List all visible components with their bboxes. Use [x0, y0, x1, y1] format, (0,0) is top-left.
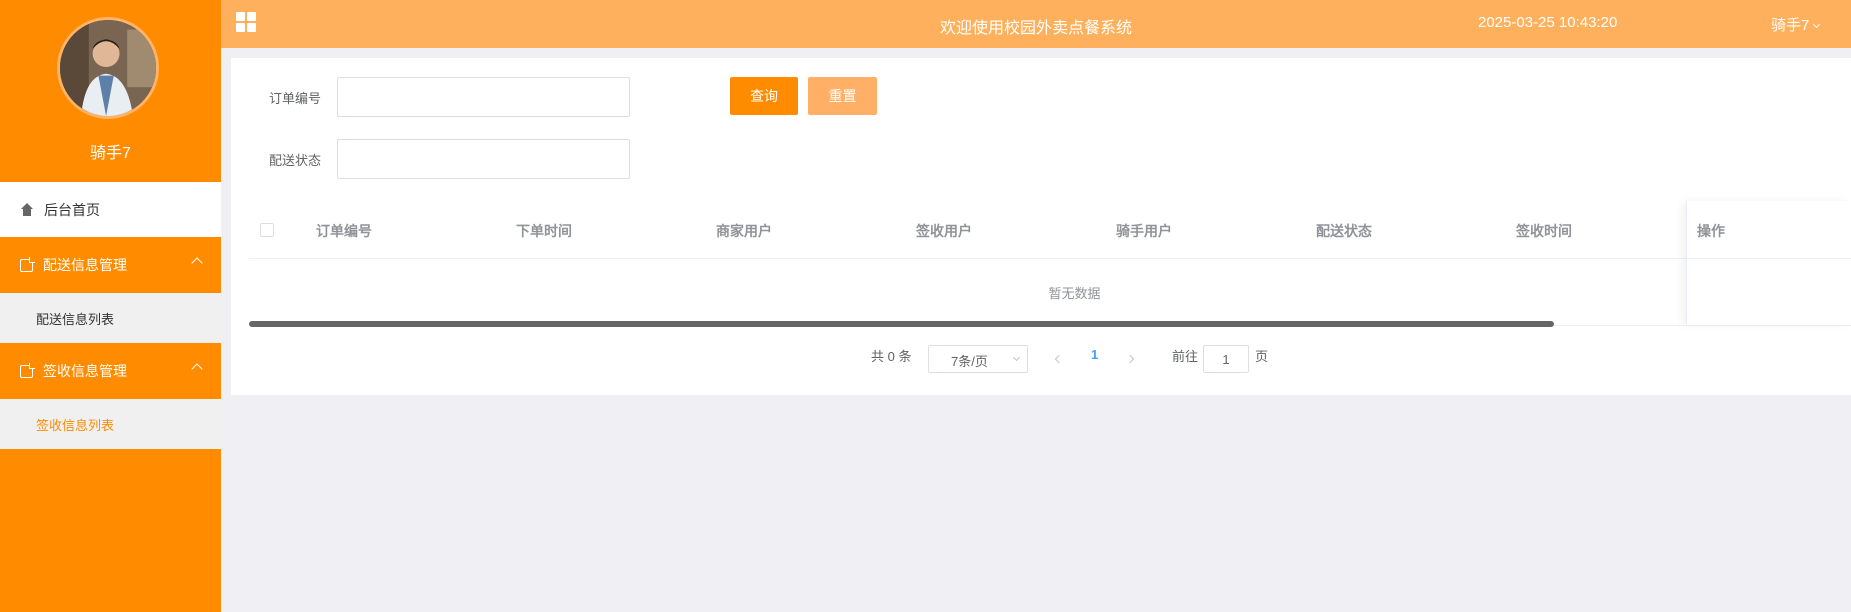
sidebar-item-label: 后台首页 [44, 201, 100, 218]
column-header: 订单编号 [316, 223, 372, 239]
column-header: 签收时间 [1516, 223, 1572, 239]
home-icon [20, 203, 34, 216]
avatar-image [60, 20, 156, 116]
horizontal-scrollbar[interactable] [249, 321, 1554, 327]
sidebar-item-label: 配送信息列表 [36, 311, 115, 327]
main-card: 订单编号 配送状态 查询 重置 订单编号 下单时间 商家用户 签收用户 骑手用户… [231, 58, 1851, 395]
sidebar-item-home[interactable]: 后台首页 [0, 182, 221, 237]
data-table: 订单编号 下单时间 商家用户 签收用户 骑手用户 配送状态 签收时间 操作 暂无… [249, 201, 1851, 381]
delivery-status-label: 配送状态 [269, 153, 322, 168]
chevron-up-icon [191, 257, 203, 269]
column-header: 操作 [1697, 223, 1725, 239]
sidebar-item-label: 签收信息列表 [36, 417, 115, 433]
column-header: 骑手用户 [1116, 223, 1172, 239]
order-no-label: 订单编号 [269, 91, 322, 106]
sidebar-group-label: 签收信息管理 [43, 363, 127, 379]
query-button[interactable]: 查询 [730, 77, 798, 115]
avatar[interactable] [57, 17, 159, 119]
goto-page-input[interactable] [1203, 345, 1249, 373]
column-header: 签收用户 [916, 223, 972, 239]
table-header: 订单编号 下单时间 商家用户 签收用户 骑手用户 配送状态 签收时间 [249, 201, 1851, 259]
column-header: 商家用户 [716, 223, 772, 239]
sidebar: 骑手7 后台首页 配送信息管理 配送信息列表 签收信息管理 签收信息列表 [0, 0, 221, 612]
fixed-operations-column: 操作 [1686, 201, 1851, 325]
page-size-select[interactable]: 7条/页 [928, 345, 1028, 373]
chevron-up-icon [191, 363, 203, 375]
order-no-input[interactable] [337, 77, 630, 117]
user-dropdown-label: 骑手7 [1771, 17, 1810, 34]
delivery-status-input[interactable] [337, 139, 630, 179]
sidebar-group-delivery[interactable]: 配送信息管理 [0, 237, 221, 293]
document-icon [20, 256, 35, 272]
sidebar-username: 骑手7 [90, 145, 131, 162]
top-header: 欢迎使用校园外卖点餐系统 2025-03-25 10:43:20 骑手7 [221, 0, 1851, 48]
column-header: 配送状态 [1316, 223, 1372, 239]
column-header: 下单时间 [516, 223, 572, 239]
total-count: 共 0 条 [871, 349, 912, 364]
page-size-value: 7条/页 [951, 354, 988, 369]
datetime-display: 2025-03-25 10:43:20 [1478, 14, 1618, 31]
profile-area: 骑手7 [0, 0, 221, 182]
select-all-checkbox[interactable] [260, 223, 274, 237]
sidebar-item-delivery-list[interactable]: 配送信息列表 [0, 293, 221, 343]
sidebar-item-receipt-list[interactable]: 签收信息列表 [0, 399, 221, 449]
user-dropdown[interactable]: 骑手7 [1771, 14, 1821, 35]
sidebar-group-receipt[interactable]: 签收信息管理 [0, 343, 221, 399]
empty-state-text: 暂无数据 [1048, 286, 1101, 301]
chevron-down-icon [1012, 353, 1021, 362]
document-icon [20, 362, 35, 378]
chevron-down-icon [1813, 20, 1821, 29]
page-suffix-label: 页 [1255, 349, 1269, 364]
reset-button[interactable]: 重置 [808, 77, 877, 115]
sidebar-group-label: 配送信息管理 [43, 257, 127, 273]
page-number-current[interactable]: 1 [1091, 347, 1098, 362]
goto-label: 前往 [1172, 349, 1199, 364]
